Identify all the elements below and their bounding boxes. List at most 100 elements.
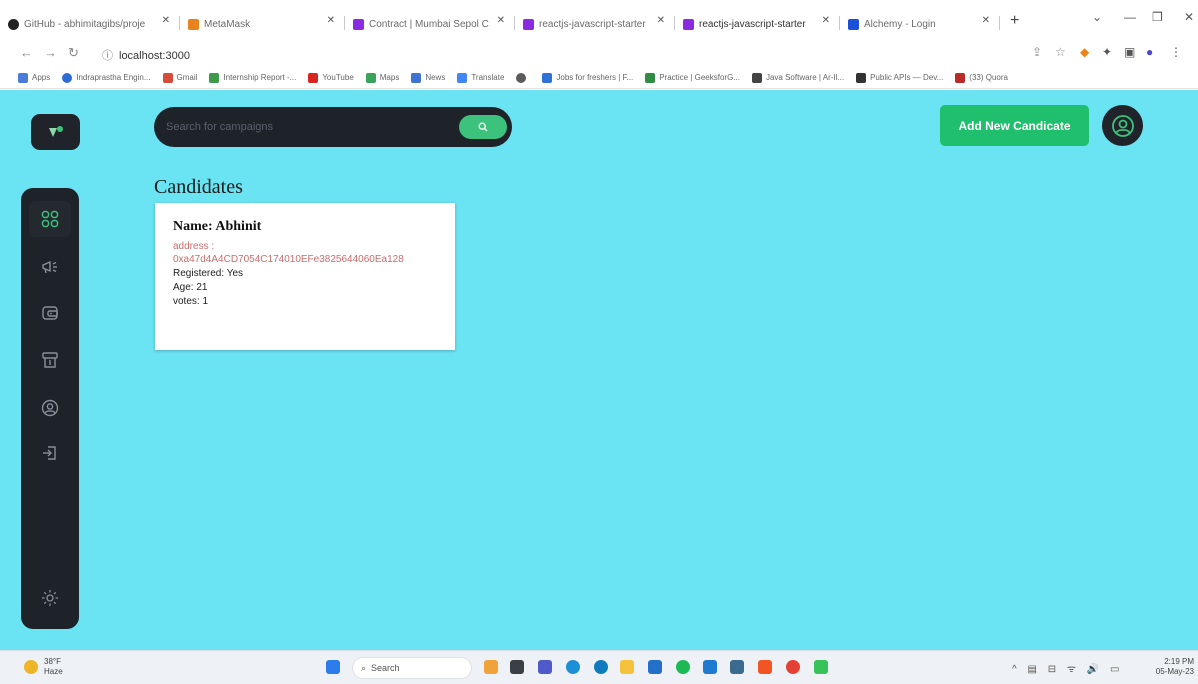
- maps-icon: [365, 72, 376, 83]
- new-tab-button[interactable]: +: [1000, 0, 1029, 30]
- sidebar-item-theme[interactable]: [29, 580, 71, 616]
- candidate-name: Name: Abhinit: [173, 219, 262, 234]
- browser-tab-active[interactable]: reactjs-javascript-starter ✕: [675, 0, 840, 40]
- weather-widget[interactable]: 38°F Haze: [24, 657, 63, 677]
- logo-icon: [48, 126, 63, 137]
- web3-icon: [353, 19, 364, 30]
- spotify-icon[interactable]: [676, 660, 690, 674]
- widgets-icon[interactable]: [484, 660, 498, 674]
- browser-tab-strip: GitHub - abhimitagibs/proje ✕ MetaMask ✕…: [0, 0, 1198, 40]
- share-icon[interactable]: ⇪: [1032, 45, 1042, 59]
- bookmark-item[interactable]: Maps: [365, 72, 399, 83]
- address-bar: ← → ↻ ⓘ localhost:3000 ⇪ ☆ ◆ ✦ ▣ ● ⋮: [0, 40, 1198, 67]
- menu-icon[interactable]: ⋮: [1170, 45, 1182, 59]
- weather-desc: Haze: [44, 667, 63, 676]
- bookmark-item[interactable]: [516, 72, 530, 83]
- sidepanel-icon[interactable]: ▣: [1124, 45, 1135, 59]
- user-icon: [1111, 114, 1134, 137]
- sidebar-item-campaign[interactable]: [29, 249, 71, 285]
- bookmark-item[interactable]: News: [411, 72, 445, 83]
- bookmark-item[interactable]: Public APIs — Dev...: [856, 72, 943, 83]
- tab-search-icon[interactable]: ⌄: [1092, 10, 1102, 24]
- tab-close-icon[interactable]: ✕: [976, 15, 990, 26]
- sidebar-item-logout[interactable]: [29, 435, 71, 471]
- dev-icon: [856, 72, 867, 83]
- start-icon[interactable]: [326, 660, 340, 674]
- sidebar-item-dashboard[interactable]: [29, 201, 71, 237]
- bookmark-item[interactable]: Gmail: [162, 72, 197, 83]
- weather-temp: 38°F: [44, 657, 61, 666]
- browser-tab[interactable]: MetaMask ✕: [180, 0, 345, 40]
- url-field[interactable]: ⓘ localhost:3000: [102, 47, 190, 63]
- browser-tab[interactable]: reactjs-javascript-starter ✕: [515, 0, 675, 40]
- file-explorer-icon[interactable]: [620, 660, 634, 674]
- teams-icon[interactable]: [538, 660, 552, 674]
- profile-avatar-icon[interactable]: ●: [1146, 45, 1153, 59]
- withdraw-icon: [42, 352, 58, 368]
- bookmark-item[interactable]: YouTube: [308, 72, 354, 83]
- vscode-icon[interactable]: [703, 660, 717, 674]
- sidebar-item-withdraw[interactable]: [29, 342, 71, 378]
- metamask-icon: [188, 19, 199, 30]
- game-icon[interactable]: [814, 660, 828, 674]
- bookmark-item[interactable]: Apps: [18, 72, 50, 83]
- edge-icon[interactable]: [566, 660, 580, 674]
- chrome-icon[interactable]: [786, 660, 800, 674]
- candidate-card[interactable]: Name: Abhinit address : 0xa47d4A4CD7054C…: [155, 203, 455, 350]
- bookmark-item[interactable]: Java Software | Ar-Il...: [751, 72, 844, 83]
- github-icon: [8, 19, 19, 30]
- system-tray[interactable]: ^ ▤ ⊟ ᯤ 🔊 ▭: [1012, 661, 1123, 675]
- search-button[interactable]: [459, 115, 507, 139]
- taskbar-search[interactable]: ⌕ Search: [352, 657, 472, 679]
- search-input[interactable]: [166, 117, 446, 137]
- bookmark-item[interactable]: Translate: [457, 72, 504, 83]
- theme-sun-icon: [42, 590, 58, 606]
- tab-close-icon[interactable]: ✕: [491, 15, 505, 26]
- extension-icon[interactable]: ✦: [1102, 45, 1112, 59]
- edge-dev-icon[interactable]: [594, 660, 608, 674]
- youtube-icon: [308, 72, 319, 83]
- jobs-icon: [542, 72, 553, 83]
- forward-icon[interactable]: →: [44, 45, 57, 60]
- metamask-extension-icon[interactable]: ◆: [1080, 45, 1089, 59]
- news-icon: [411, 72, 422, 83]
- bookmark-item[interactable]: (33) Quora: [955, 72, 1008, 83]
- candidate-age: Age: 21: [173, 282, 208, 293]
- bookmark-item[interactable]: Indraprastha Engin...: [62, 72, 151, 83]
- back-icon[interactable]: ←: [20, 45, 33, 60]
- sidebar-item-profile[interactable]: [29, 390, 71, 426]
- close-window-icon[interactable]: ✕: [1184, 10, 1194, 24]
- browser-tab[interactable]: GitHub - abhimitagibs/proje ✕: [0, 0, 180, 40]
- brave-icon[interactable]: [758, 660, 772, 674]
- profile-button[interactable]: [1102, 105, 1143, 146]
- chrome-icon: [516, 72, 527, 83]
- bookmark-item[interactable]: Jobs for freshers | F...: [542, 72, 633, 83]
- windows-taskbar: 38°F Haze ⌕ Search ^ ▤ ⊟ ᯤ 🔊 ▭ 2:19 PM 05…: [0, 650, 1198, 684]
- app-icon[interactable]: [730, 660, 744, 674]
- star-icon[interactable]: ☆: [1055, 45, 1066, 59]
- bookmark-item[interactable]: Practice | GeeksforG...: [645, 72, 740, 83]
- browser-tab[interactable]: Contract | Mumbai Sepol C ✕: [345, 0, 515, 40]
- app-logo[interactable]: [31, 114, 80, 150]
- clock-date: 05-May-23: [1155, 667, 1194, 676]
- info-icon: ⓘ: [102, 50, 113, 62]
- payment-icon: [42, 306, 58, 320]
- sidebar-item-payment[interactable]: [29, 295, 71, 331]
- tab-close-icon[interactable]: ✕: [321, 15, 335, 26]
- add-new-candidate-button[interactable]: Add New Candicate: [940, 105, 1089, 146]
- search-icon: ⌕: [361, 662, 367, 673]
- tab-close-icon[interactable]: ✕: [156, 15, 170, 26]
- tab-close-icon[interactable]: ✕: [651, 15, 665, 26]
- browser-tab[interactable]: Alchemy - Login ✕: [840, 0, 1000, 40]
- reload-icon[interactable]: ↻: [68, 45, 79, 61]
- minimize-icon[interactable]: —: [1124, 10, 1136, 24]
- candidate-votes: votes: 1: [173, 296, 209, 307]
- store-icon[interactable]: [648, 660, 662, 674]
- college-icon: [62, 72, 73, 83]
- dashboard-icon: [41, 210, 59, 228]
- tab-close-icon[interactable]: ✕: [816, 15, 830, 26]
- taskview-icon[interactable]: [510, 660, 524, 674]
- maximize-icon[interactable]: ❐: [1152, 10, 1163, 24]
- bookmark-item[interactable]: Internship Report -...: [209, 72, 296, 83]
- clock[interactable]: 2:19 PM 05-May-23: [1150, 657, 1194, 677]
